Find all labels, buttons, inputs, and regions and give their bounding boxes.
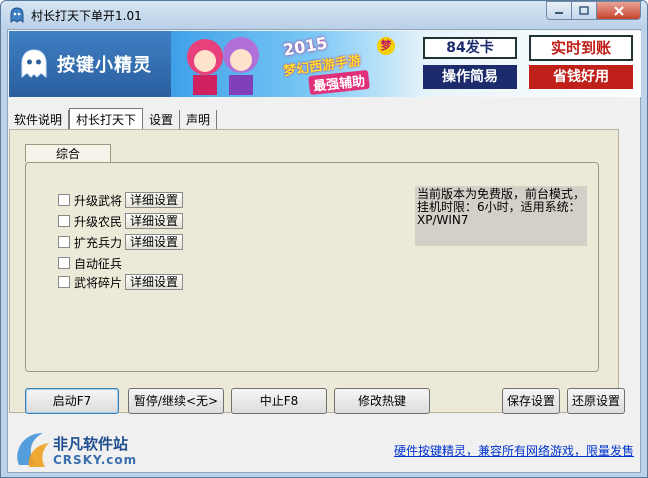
maximize-button[interactable] bbox=[572, 1, 597, 20]
tab-software-info[interactable]: 软件说明 bbox=[8, 110, 70, 130]
option-label: 武将碎片 bbox=[74, 275, 123, 290]
client-area: 按键小精灵 2015 梦幻西游手游 最强辅助 梦 84发卡 操作简易 实时到账 bbox=[7, 29, 641, 473]
version-info-box: 当前版本为免费版，前台模式， 挂机时限：6小时，适用系统： XP/WIN7 bbox=[415, 186, 587, 246]
option-label: 升级农民 bbox=[74, 214, 123, 229]
minimize-icon bbox=[555, 11, 563, 14]
maximize-icon bbox=[579, 5, 589, 15]
watermark-text: 非凡软件站 bbox=[53, 435, 129, 453]
option-expand-troops[interactable]: 扩充兵力 详细设置 bbox=[58, 234, 184, 250]
ad-save: 省钱好用 bbox=[529, 65, 633, 89]
app-icon bbox=[10, 7, 24, 23]
detail-settings-button[interactable]: 详细设置 bbox=[125, 192, 184, 208]
tab-village-chief[interactable]: 村长打天下 bbox=[69, 108, 144, 130]
checkbox[interactable] bbox=[58, 276, 70, 288]
title-bar[interactable]: 村长打天下单开1.01 bbox=[1, 1, 647, 29]
option-label: 自动征兵 bbox=[74, 256, 123, 271]
option-label: 扩充兵力 bbox=[74, 235, 123, 250]
option-label: 升级武将 bbox=[74, 193, 123, 208]
hardware-promo-link[interactable]: 硬件按键精灵，兼容所有网络游戏，限量发售 bbox=[394, 442, 634, 459]
detail-settings-button[interactable]: 详细设置 bbox=[125, 213, 184, 229]
checkbox[interactable] bbox=[58, 257, 70, 269]
logo-text: 按键小精灵 bbox=[57, 55, 152, 76]
ad-badge: 梦 bbox=[377, 37, 395, 55]
tab-settings[interactable]: 设置 bbox=[143, 110, 181, 130]
modify-hotkey-button[interactable]: 修改热键 bbox=[334, 388, 430, 414]
caption-buttons bbox=[546, 1, 641, 21]
subtab-general[interactable]: 综合 bbox=[25, 144, 111, 162]
option-auto-recruit[interactable]: 自动征兵 bbox=[58, 255, 122, 271]
tab-bar: 软件说明 村长打天下 设置 声明 bbox=[8, 108, 218, 130]
save-settings-button[interactable]: 保存设置 bbox=[502, 388, 560, 414]
checkbox[interactable] bbox=[58, 194, 70, 206]
ad-banner[interactable]: 2015 梦幻西游手游 最强辅助 梦 84发卡 操作简易 实时到账 省钱好用 bbox=[171, 31, 641, 97]
window-title: 村长打天下单开1.01 bbox=[31, 9, 142, 23]
stop-button[interactable]: 中止F8 bbox=[231, 388, 327, 414]
watermark-logo: 非凡软件站 CRSKY.com bbox=[9, 425, 159, 473]
minimize-button[interactable] bbox=[546, 1, 572, 20]
start-button[interactable]: 启动F7 bbox=[25, 388, 119, 414]
option-general-fragments[interactable]: 武将碎片 详细设置 bbox=[58, 274, 184, 290]
detail-settings-button[interactable]: 详细设置 bbox=[125, 274, 184, 290]
close-button[interactable] bbox=[597, 1, 641, 20]
logo-area: 按键小精灵 bbox=[9, 31, 171, 97]
checkbox[interactable] bbox=[58, 215, 70, 227]
game-characters-image bbox=[187, 37, 259, 95]
ad-simple: 操作简易 bbox=[423, 65, 517, 89]
ghost-logo-icon bbox=[21, 49, 47, 79]
tab-statement[interactable]: 声明 bbox=[180, 110, 218, 130]
pause-resume-button[interactable]: 暂停/继续<无> bbox=[128, 388, 224, 414]
close-icon bbox=[613, 5, 624, 16]
main-window: 村长打天下单开1.01 按键小精灵 2015 梦幻西游手游 最强辅助 梦 84发… bbox=[0, 0, 648, 478]
watermark-subtext: CRSKY.com bbox=[53, 453, 138, 467]
detail-settings-button[interactable]: 详细设置 bbox=[125, 234, 184, 250]
option-upgrade-farmers[interactable]: 升级农民 详细设置 bbox=[58, 213, 184, 229]
restore-settings-button[interactable]: 还原设置 bbox=[567, 388, 625, 414]
banner: 按键小精灵 2015 梦幻西游手游 最强辅助 梦 84发卡 操作简易 实时到账 bbox=[9, 31, 641, 97]
ad-card: 84发卡 bbox=[423, 37, 517, 59]
option-upgrade-generals[interactable]: 升级武将 详细设置 bbox=[58, 192, 184, 208]
checkbox[interactable] bbox=[58, 236, 70, 248]
ad-fast: 实时到账 bbox=[529, 35, 633, 61]
